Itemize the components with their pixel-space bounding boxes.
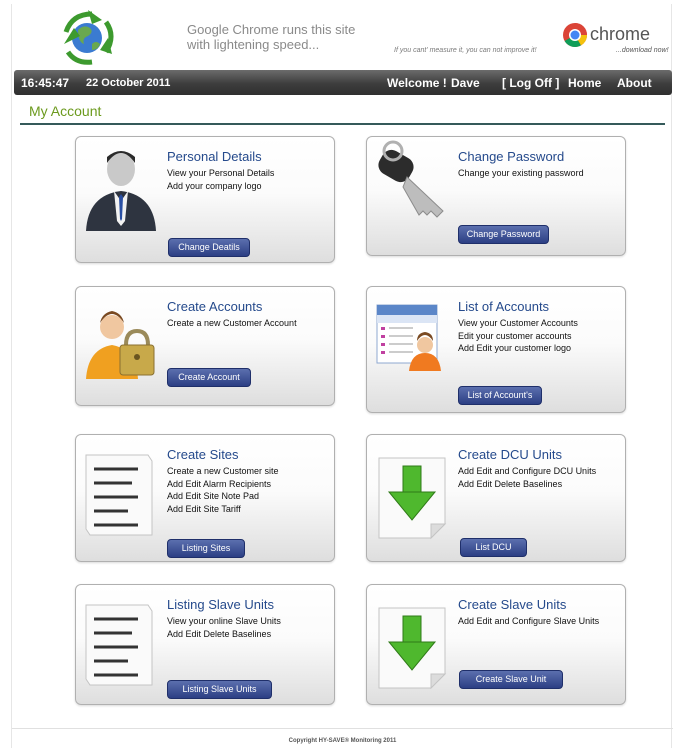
card-create-sites: Create Sites Create a new Customer site … — [75, 434, 335, 562]
recycle-globe-logo — [63, 10, 114, 65]
card-line: View your Personal Details — [167, 168, 275, 178]
top-navbar: 16:45:47 22 October 2011 Welcome ! Dave … — [14, 70, 672, 95]
card-create-dcu-units: Create DCU Units Add Edit and Configure … — [366, 434, 626, 562]
card-line: Change your existing password — [458, 168, 584, 178]
card-list-of-accounts: List of Accounts View your Customer Acco… — [366, 286, 626, 413]
card-description: View your Customer Accounts Edit your cu… — [458, 317, 578, 355]
card-line: Create a new Customer Account — [167, 318, 297, 328]
document-icon — [85, 454, 153, 536]
create-slave-unit-button[interactable]: Create Slave Unit — [459, 670, 563, 689]
listing-slave-units-button[interactable]: Listing Slave Units — [167, 680, 272, 699]
logoff-link[interactable]: [ Log Off ] — [502, 76, 559, 90]
card-title: Create Accounts — [167, 299, 263, 314]
document-icon — [85, 604, 153, 686]
card-title: List of Accounts — [458, 299, 550, 314]
chrome-download-link[interactable]: ...download now! — [616, 47, 669, 54]
card-description: Change your existing password — [458, 167, 584, 180]
businessman-icon — [86, 151, 156, 231]
welcome-text: Welcome ! — [387, 76, 447, 90]
card-title: Create Sites — [167, 447, 239, 462]
card-create-slave-units: Create Slave Units Add Edit and Configur… — [366, 584, 626, 705]
key-icon — [378, 140, 444, 218]
card-personal-details: Personal Details View your Personal Deta… — [75, 136, 335, 263]
user-lock-icon — [86, 311, 155, 379]
card-line: Create a new Customer site — [167, 466, 279, 476]
card-line: Add Edit Delete Baselines — [167, 628, 272, 639]
card-title: Personal Details — [167, 149, 262, 164]
title-divider — [20, 123, 665, 125]
chrome-icon[interactable] — [562, 22, 588, 48]
card-title: Create Slave Units — [458, 597, 567, 612]
address-list-icon — [376, 304, 441, 371]
tagline-line-1: Google Chrome runs this site — [187, 22, 356, 37]
home-link[interactable]: Home — [568, 76, 601, 90]
list-dcu-button[interactable]: List DCU — [460, 538, 527, 557]
card-line: Add Edit your customer logo — [458, 343, 572, 353]
card-description: Create a new Customer site Add Edit Alar… — [167, 465, 279, 515]
clock-display: 16:45:47 — [21, 76, 70, 90]
card-line: Add Edit and Configure Slave Units — [458, 616, 600, 626]
card-title: Change Password — [458, 149, 565, 164]
card-description: Create a new Customer Account — [167, 317, 297, 330]
chrome-wordmark[interactable]: chrome — [590, 24, 650, 45]
card-listing-slave-units: Listing Slave Units View your online Sla… — [75, 584, 335, 705]
card-title: Create DCU Units — [458, 447, 563, 462]
card-line: Add Edit Delete Baselines — [458, 478, 563, 489]
tagline: Google Chrome runs this site with lighte… — [187, 22, 355, 52]
card-line: Edit your customer accounts — [458, 330, 572, 341]
download-arrow-icon — [378, 607, 447, 690]
card-title: Listing Slave Units — [167, 597, 274, 612]
card-create-accounts: Create Accounts Create a new Customer Ac… — [75, 286, 335, 406]
card-line: Add Edit Alarm Recipients — [167, 478, 272, 489]
card-description: View your Personal Details Add your comp… — [167, 167, 274, 192]
card-line: Add Edit Site Tariff — [167, 503, 241, 514]
card-line: Add Edit Site Note Pad — [167, 491, 260, 501]
card-description: Add Edit and Configure Slave Units — [458, 615, 599, 628]
date-display: 22 October 2011 — [86, 77, 171, 89]
listing-sites-button[interactable]: Listing Sites — [167, 539, 245, 558]
page: Google Chrome runs this site with lighte… — [11, 4, 673, 748]
create-account-button[interactable]: Create Account — [167, 368, 251, 387]
card-line: Add Edit and Configure DCU Units — [458, 466, 597, 476]
change-password-button[interactable]: Change Password — [458, 225, 549, 244]
motto-text: If you cant' measure it, you can not imp… — [394, 47, 537, 54]
site-header: Google Chrome runs this site with lighte… — [12, 4, 673, 68]
download-arrow-icon — [378, 457, 447, 540]
card-description: Add Edit and Configure DCU Units Add Edi… — [458, 465, 596, 490]
card-line: View your Customer Accounts — [458, 318, 578, 328]
card-line: Add your company logo — [167, 180, 262, 191]
list-of-accounts-button[interactable]: List of Account's — [458, 386, 542, 405]
page-title: My Account — [29, 103, 102, 119]
footer-copyright: Copyright HY-SAVE® Monitoring 2011 — [288, 738, 397, 744]
username: Dave — [451, 76, 480, 90]
tagline-line-2: with lightening speed... — [187, 37, 320, 52]
about-link[interactable]: About — [617, 76, 652, 90]
change-details-button[interactable]: Change Deatils — [168, 238, 250, 257]
card-line: View your online Slave Units — [167, 616, 281, 626]
card-description: View your online Slave Units Add Edit De… — [167, 615, 281, 640]
footer-divider — [12, 728, 673, 729]
card-change-password: Change Password Change your existing pas… — [366, 136, 626, 256]
